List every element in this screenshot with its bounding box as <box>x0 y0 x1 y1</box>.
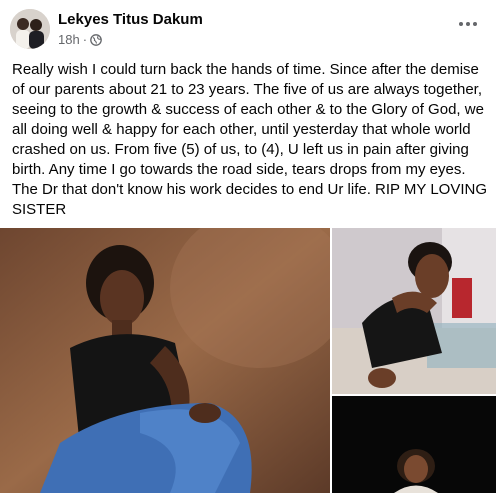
globe-icon[interactable] <box>90 33 102 46</box>
photo-woman-seated-jeans[interactable] <box>0 228 330 493</box>
photo-woman-at-counter[interactable] <box>332 228 496 394</box>
post-text: Really wish I could turn back the hands … <box>12 61 488 218</box>
author-name[interactable]: Lekyes Titus Dakum <box>58 11 203 28</box>
author-avatar[interactable] <box>10 9 50 49</box>
post-meta: 18h · <box>58 32 102 47</box>
photo-woman-dark-background[interactable] <box>332 396 496 493</box>
post-time[interactable]: 18h <box>58 32 80 47</box>
more-options-icon[interactable] <box>456 14 480 34</box>
post-header: Lekyes Titus Dakum 18h · <box>0 0 496 52</box>
meta-separator: · <box>82 32 88 47</box>
